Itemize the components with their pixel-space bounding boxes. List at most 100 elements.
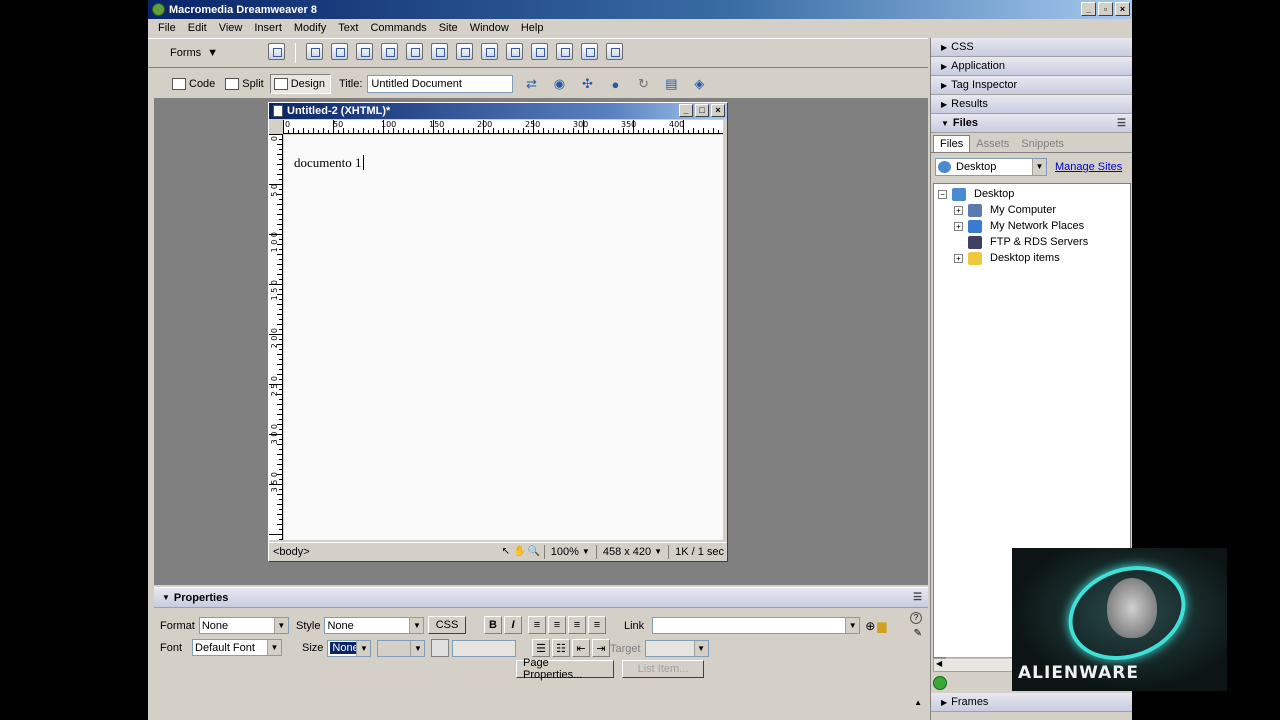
- text-field-icon[interactable]: [306, 43, 323, 60]
- pointer-tool-icon[interactable]: ↖: [499, 545, 513, 559]
- button-icon[interactable]: [556, 43, 573, 60]
- file-field-icon[interactable]: [531, 43, 548, 60]
- manage-sites-link[interactable]: Manage Sites: [1055, 161, 1122, 173]
- css-button[interactable]: CSS: [428, 616, 466, 634]
- link-input[interactable]: ▼: [652, 617, 861, 634]
- form-icon[interactable]: [268, 43, 285, 60]
- split-view-button[interactable]: Split: [221, 74, 269, 94]
- expand-arrow-icon[interactable]: ▲: [914, 698, 922, 707]
- image-field-icon[interactable]: [506, 43, 523, 60]
- document-title-input[interactable]: [367, 75, 514, 93]
- quick-tag-editor-icon[interactable]: ✎: [914, 628, 922, 639]
- document-titlebar[interactable]: Untitled-2 (XHTML)* _ □ ×: [269, 103, 727, 119]
- menu-modify[interactable]: Modify: [288, 22, 332, 34]
- design-canvas[interactable]: documento 1: [284, 135, 723, 540]
- list-menu-icon[interactable]: [456, 43, 473, 60]
- collapse-icon[interactable]: −: [938, 189, 947, 199]
- outdent-icon[interactable]: ⇤: [572, 639, 590, 657]
- help-icon[interactable]: ?: [910, 612, 922, 624]
- menu-window[interactable]: Window: [464, 22, 515, 34]
- align-center-icon[interactable]: ≡: [548, 616, 566, 634]
- tab-snippets[interactable]: Snippets: [1015, 136, 1070, 152]
- zoom-select[interactable]: 100% ▼: [548, 546, 593, 558]
- site-select[interactable]: Desktop ▼: [935, 158, 1047, 176]
- tag-selector[interactable]: <body>: [273, 546, 499, 558]
- italic-button[interactable]: I: [504, 616, 522, 634]
- font-select[interactable]: Default Font ▼: [192, 639, 283, 656]
- point-to-file-icon[interactable]: ⊕: [865, 619, 875, 633]
- justify-icon[interactable]: ≡: [588, 616, 606, 634]
- label-icon[interactable]: [581, 43, 598, 60]
- tab-assets[interactable]: Assets: [970, 136, 1015, 152]
- ordered-list-icon[interactable]: ☷: [552, 639, 570, 657]
- validate-icon[interactable]: ●: [605, 75, 625, 93]
- tree-item[interactable]: + My Computer: [954, 202, 1056, 218]
- align-right-icon[interactable]: ≡: [568, 616, 586, 634]
- menu-text[interactable]: Text: [332, 22, 364, 34]
- close-button[interactable]: ×: [1115, 2, 1130, 16]
- tree-item[interactable]: FTP & RDS Servers: [954, 234, 1088, 250]
- checkbox-icon[interactable]: [381, 43, 398, 60]
- radio-group-icon[interactable]: [431, 43, 448, 60]
- page-properties-button[interactable]: Page Properties...: [516, 657, 614, 681]
- align-left-icon[interactable]: ≡: [528, 616, 546, 634]
- menu-view[interactable]: View: [213, 22, 249, 34]
- view-options-icon[interactable]: ▤: [661, 75, 681, 93]
- properties-header[interactable]: ▼ Properties ☰: [154, 588, 928, 608]
- menu-file[interactable]: File: [152, 22, 182, 34]
- textarea-icon[interactable]: [356, 43, 373, 60]
- list-item-button[interactable]: List Item...: [622, 660, 704, 678]
- code-view-button[interactable]: Code: [168, 74, 221, 94]
- minimize-button[interactable]: _: [1081, 2, 1096, 16]
- text-color-input[interactable]: [452, 639, 517, 657]
- format-select[interactable]: None ▼: [198, 617, 289, 634]
- zoom-tool-icon[interactable]: 🔍: [527, 545, 541, 559]
- radio-button-icon[interactable]: [406, 43, 423, 60]
- panel-group-results[interactable]: ▶ Results: [931, 95, 1132, 114]
- panel-group-frames[interactable]: ▶ Frames: [931, 693, 1132, 712]
- doc-maximize-button[interactable]: □: [695, 104, 709, 117]
- panel-group-tag-inspector[interactable]: ▶ Tag Inspector: [931, 76, 1132, 95]
- tree-item[interactable]: − Desktop: [938, 186, 1014, 202]
- panel-group-application[interactable]: ▶ Application: [931, 57, 1132, 76]
- scroll-left-icon[interactable]: ◀: [936, 659, 942, 668]
- bold-button[interactable]: B: [484, 616, 502, 634]
- menu-commands[interactable]: Commands: [364, 22, 432, 34]
- panel-group-css[interactable]: ▶ CSS: [931, 38, 1132, 57]
- text-color-swatch[interactable]: [431, 639, 450, 657]
- menu-insert[interactable]: Insert: [248, 22, 288, 34]
- preview-icon[interactable]: ◉: [549, 75, 569, 93]
- indent-icon[interactable]: ⇥: [592, 639, 610, 657]
- expand-icon[interactable]: +: [954, 253, 963, 263]
- size-select[interactable]: None ▼: [327, 639, 372, 657]
- debug-icon[interactable]: ✣: [577, 75, 597, 93]
- menu-site[interactable]: Site: [433, 22, 464, 34]
- design-view-button[interactable]: Design: [269, 74, 331, 94]
- browse-folder-icon[interactable]: ▆: [877, 619, 886, 633]
- document-content[interactable]: documento 1: [294, 155, 364, 171]
- visual-aids-icon[interactable]: ◈: [689, 75, 709, 93]
- size-unit-select[interactable]: ▼: [377, 639, 426, 657]
- file-management-icon[interactable]: ⇄: [521, 75, 541, 93]
- jump-menu-icon[interactable]: [481, 43, 498, 60]
- style-select[interactable]: None ▼: [324, 617, 425, 634]
- menu-edit[interactable]: Edit: [182, 22, 213, 34]
- menu-help[interactable]: Help: [515, 22, 550, 34]
- expand-icon[interactable]: +: [954, 221, 963, 231]
- insert-category-select[interactable]: Forms ▼: [170, 47, 220, 59]
- panel-options-icon[interactable]: ☰: [1117, 118, 1126, 129]
- expand-icon[interactable]: +: [954, 205, 963, 215]
- doc-minimize-button[interactable]: _: [679, 104, 693, 117]
- panel-group-files[interactable]: ▼ Files ☰: [931, 114, 1132, 133]
- tree-item[interactable]: + My Network Places: [954, 218, 1084, 234]
- panel-options-icon[interactable]: ☰: [913, 592, 922, 603]
- refresh-icon[interactable]: ↻: [633, 75, 653, 93]
- doc-close-button[interactable]: ×: [711, 104, 725, 117]
- hand-tool-icon[interactable]: ✋: [513, 545, 527, 559]
- unordered-list-icon[interactable]: ☰: [532, 639, 550, 657]
- fieldset-icon[interactable]: [606, 43, 623, 60]
- target-select[interactable]: ▼: [644, 640, 709, 657]
- tree-item[interactable]: + Desktop items: [954, 250, 1060, 266]
- hidden-field-icon[interactable]: [331, 43, 348, 60]
- window-size-select[interactable]: 458 x 420 ▼: [600, 546, 665, 558]
